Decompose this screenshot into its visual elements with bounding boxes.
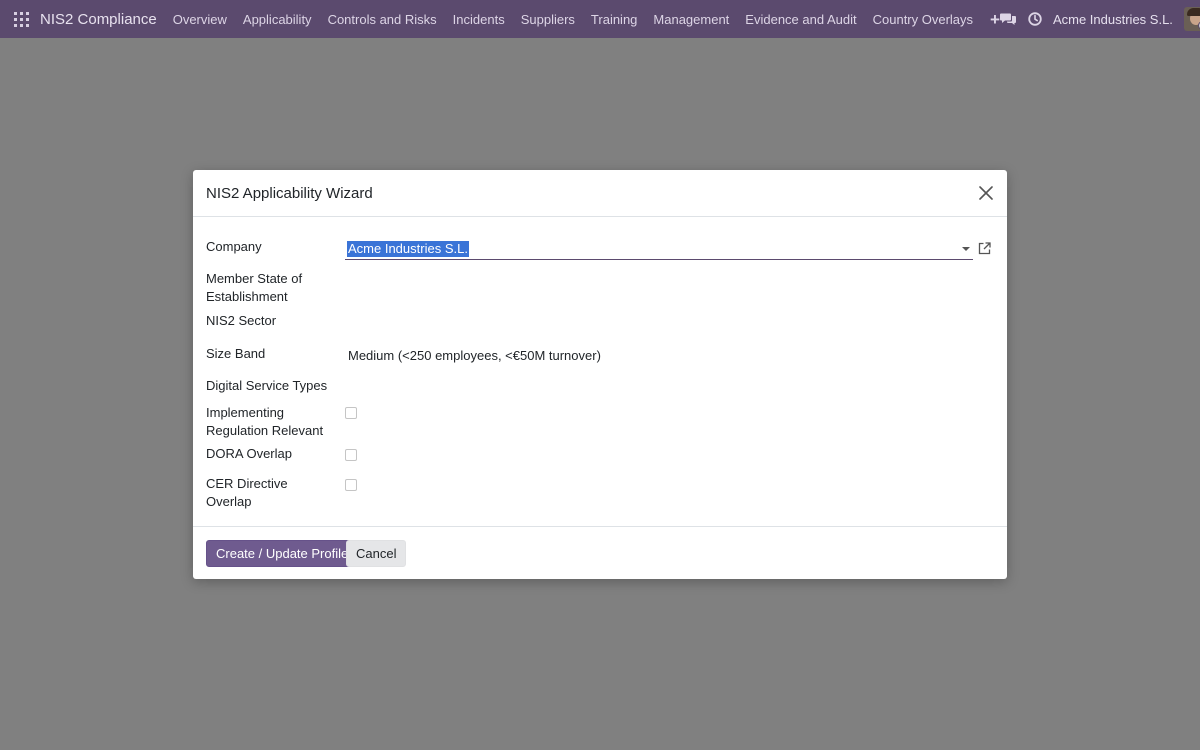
menu-item-country-overlays[interactable]: Country Overlays [873,12,973,27]
close-icon[interactable] [978,185,994,201]
cancel-button[interactable]: Cancel [346,540,407,567]
menu-item-controls-and-risks[interactable]: Controls and Risks [328,12,437,27]
menu-item-training[interactable]: Training [591,12,637,27]
nis2-sector-label: NIS2 Sector [206,313,277,328]
user-avatar[interactable] [1183,7,1200,31]
dora-overlap-checkbox[interactable] [345,449,357,461]
dora-overlap-label: DORA Overlap [206,446,292,461]
apps-grid-icon[interactable] [14,11,29,27]
applicability-wizard-dialog: NIS2 Applicability Wizard Company Acme I… [193,170,1007,579]
dialog-title: NIS2 Applicability Wizard [206,184,373,202]
cer-overlap-label: CER Directive Overlap [206,476,288,509]
menu-item-management[interactable]: Management [653,12,729,27]
navbar-systray: Acme Industries S.L. [999,7,1200,31]
size-band-label: Size Band [206,346,266,361]
clock-icon[interactable] [1028,12,1042,26]
external-link-icon[interactable] [978,242,991,255]
menu-item-incidents[interactable]: Incidents [453,12,505,27]
menu-item-suppliers[interactable]: Suppliers [521,12,575,27]
create-update-profile-button[interactable]: Create / Update Profile [206,540,359,567]
dialog-footer: Create / Update Profile Cancel [193,526,1007,579]
company-label: Company [206,239,262,254]
app-brand[interactable]: NIS2 Compliance [40,11,157,28]
chevron-down-icon[interactable] [962,247,970,251]
size-band-value[interactable]: Medium (<250 employees, <€50M turnover) [348,348,601,363]
chat-icon[interactable] [999,12,1017,26]
cer-overlap-checkbox[interactable] [345,479,357,491]
dialog-header: NIS2 Applicability Wizard [193,170,1007,217]
top-navbar: NIS2 Compliance Overview Applicability C… [0,0,1200,38]
member-state-label: Member State of Establishment [206,271,303,304]
menu-item-evidence-and-audit[interactable]: Evidence and Audit [745,12,856,27]
digital-service-types-label: Digital Service Types [206,378,328,393]
company-field[interactable]: Acme Industries S.L. [345,240,973,260]
main-menu: Overview Applicability Controls and Risk… [173,11,1000,28]
add-menu-icon[interactable]: + [990,11,1000,28]
menu-item-overview[interactable]: Overview [173,12,227,27]
company-field-value[interactable]: Acme Industries S.L. [347,241,469,257]
implementing-regulation-checkbox[interactable] [345,407,357,419]
company-switcher[interactable]: Acme Industries S.L. [1053,12,1173,27]
menu-item-applicability[interactable]: Applicability [243,12,312,27]
implementing-regulation-label: Implementing Regulation Relevant [206,405,324,438]
